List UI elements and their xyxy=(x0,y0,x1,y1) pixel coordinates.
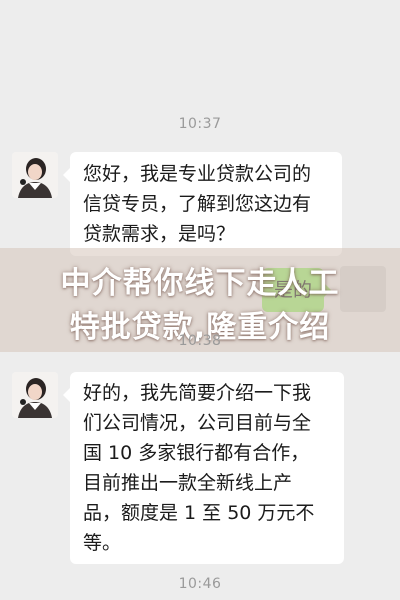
message-line: 贷款需求，是吗？ xyxy=(83,223,236,245)
person-avatar-icon xyxy=(12,152,58,198)
message-line: 信贷专员，了解到您这边有 xyxy=(83,193,312,215)
incoming-message-bubble[interactable]: 好的，我先简要介绍一下我 们公司情况，公司目前与全 国 10 多家银行都有合作，… xyxy=(63,372,344,564)
message-line: 目前推出一款全新线上产 xyxy=(83,472,293,494)
overlay-caption-line: 中介帮你线下走人工 xyxy=(60,266,340,301)
contact-avatar[interactable] xyxy=(12,152,58,198)
timestamp: 10:38 xyxy=(178,333,222,349)
timestamp: 10:37 xyxy=(178,116,222,132)
timestamp: 10:46 xyxy=(178,576,222,592)
message-line: 好的，我先简要介绍一下我 xyxy=(83,382,312,404)
incoming-message-bubble[interactable]: 您好，我是专业贷款公司的 信贷专员，了解到您这边有 贷款需求，是吗？ xyxy=(63,152,342,256)
contact-avatar[interactable] xyxy=(12,372,58,418)
message-line: 国 10 多家银行都有合作， xyxy=(83,442,310,464)
message-line: 品，额度是 1 至 50 万元不 xyxy=(83,502,315,524)
message-line: 们公司情况，公司目前与全 xyxy=(83,412,312,434)
message-line: 您好，我是专业贷款公司的 xyxy=(83,163,312,185)
person-avatar-icon xyxy=(12,372,58,418)
message-line: 等。 xyxy=(83,532,122,554)
